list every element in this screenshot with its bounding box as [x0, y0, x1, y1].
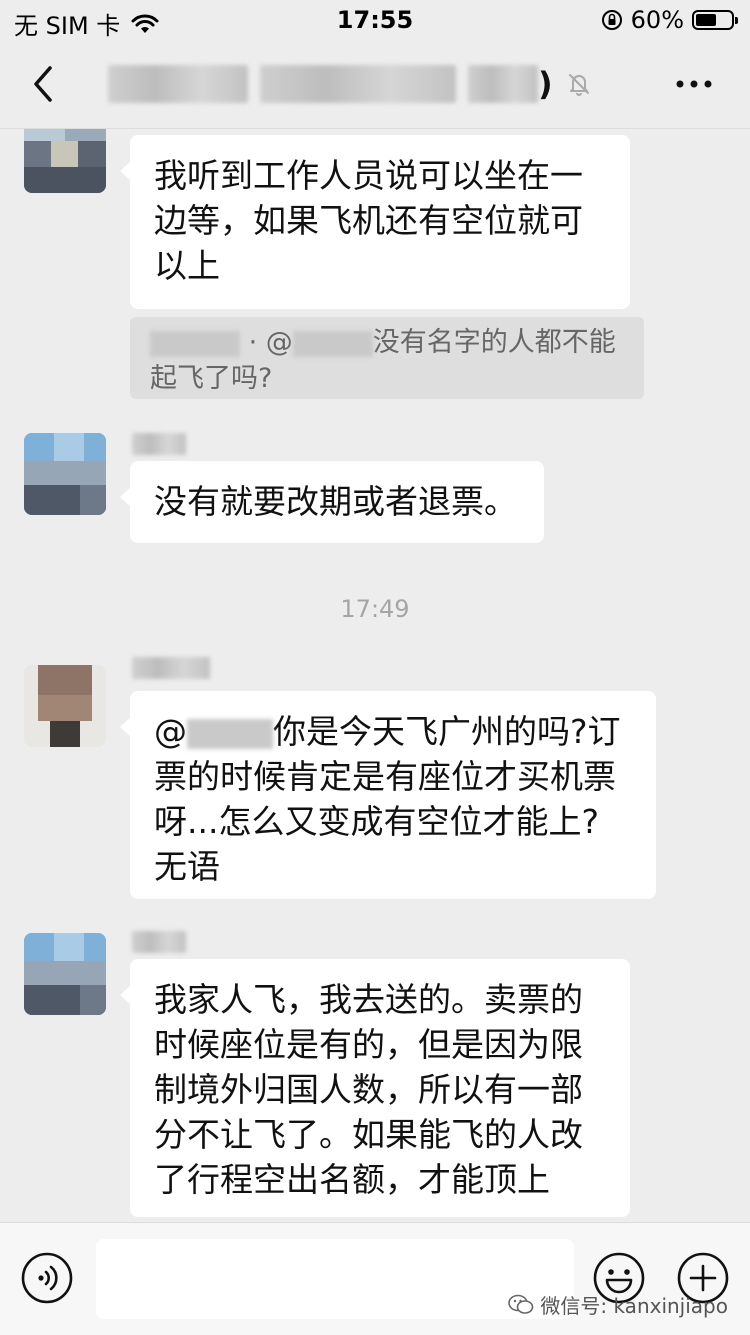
redacted-title-part-1: [108, 65, 248, 103]
mention-prefix: @: [154, 712, 187, 751]
timestamp: 17:49: [340, 595, 410, 623]
sender-name-redacted: [132, 433, 186, 455]
watermark-text: 微信号: kanxinjiapo: [540, 1294, 728, 1318]
quote-prefix: · @: [248, 327, 293, 358]
battery-icon: [692, 10, 738, 30]
message-text: 没有就要改期或者退票。: [154, 482, 517, 521]
message-text: 我家人飞，我去送的。卖票的时候座位是有的，但是因为限制境外归国人数，所以有一部分…: [154, 980, 583, 1199]
message-bubble[interactable]: @ 你是今天飞广州的吗?订票的时候肯定是有座位才买机票呀...怎么又变成有空位才能…: [120, 691, 656, 899]
message-bubble[interactable]: 没有就要改期或者退票。: [120, 461, 544, 543]
quoted-reply[interactable]: · @ 没有名字的人都不能起飞了吗?: [130, 317, 644, 399]
chevron-left-icon[interactable]: [22, 58, 66, 110]
orientation-lock-icon: [601, 10, 622, 30]
avatar[interactable]: [24, 129, 106, 193]
chat-header: ): [0, 40, 750, 129]
redacted-mention: [187, 718, 273, 749]
redacted-quote-name: [150, 330, 240, 357]
avatar[interactable]: [24, 433, 106, 515]
watermark: 微信号: kanxinjiapo: [508, 1290, 728, 1319]
title-suffix: ): [538, 65, 553, 103]
redacted-mention: [292, 330, 373, 357]
sender-name-redacted: [132, 931, 186, 953]
avatar[interactable]: [24, 665, 106, 747]
message-bubble[interactable]: 我听到工作人员说可以坐在一边等，如果飞机还有空位就可以上: [120, 135, 630, 309]
message-text: 我听到工作人员说可以坐在一边等，如果飞机还有空位就可以上: [154, 156, 583, 285]
avatar[interactable]: [24, 933, 106, 1015]
status-right: 60%: [601, 6, 738, 34]
chat-title[interactable]: ): [108, 62, 593, 106]
redacted-title-part-2: [260, 65, 456, 103]
bell-muted-icon: [568, 74, 589, 96]
wechat-icon: [508, 1294, 534, 1314]
more-dots-icon[interactable]: [674, 74, 714, 94]
status-bar: 无 SIM 卡 17:55 60%: [0, 0, 750, 40]
message-list[interactable]: 我听到工作人员说可以坐在一边等，如果飞机还有空位就可以上 · @ 没有名字的人都不…: [0, 129, 750, 1222]
voice-icon[interactable]: [20, 1251, 74, 1305]
redacted-title-part-3: [468, 65, 538, 103]
battery-percent: 60%: [630, 6, 684, 34]
sender-name-redacted: [132, 657, 210, 679]
battery-fill: [696, 14, 717, 26]
message-bubble[interactable]: 我家人飞，我去送的。卖票的时候座位是有的，但是因为限制境外归国人数，所以有一部分…: [120, 959, 630, 1217]
message-input[interactable]: [96, 1239, 574, 1319]
